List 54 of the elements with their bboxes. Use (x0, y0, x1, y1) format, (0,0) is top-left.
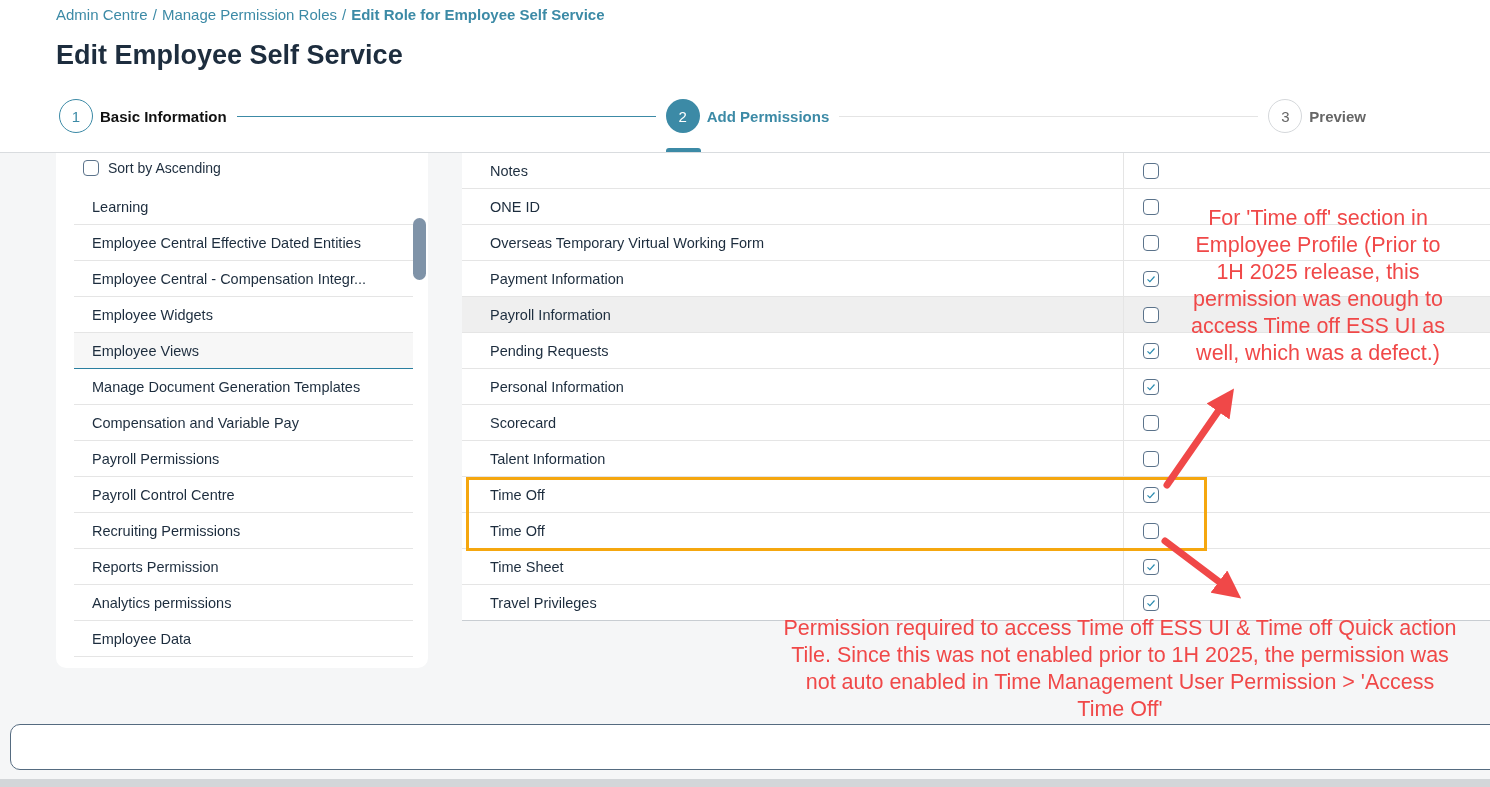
breadcrumb-link[interactable]: Admin Centre (56, 5, 148, 23)
permission-name: Time Off (462, 513, 1124, 548)
permission-checkbox[interactable] (1143, 522, 1159, 539)
sort-label[interactable]: Sort by Ascending (108, 160, 221, 176)
category-item[interactable]: Manage Document Generation Templates (74, 369, 413, 405)
permission-name: Overseas Temporary Virtual Working Form (462, 225, 1124, 260)
permission-name: Talent Information (462, 441, 1124, 476)
category-item[interactable]: Employee Central Effective Dated Entities (74, 225, 413, 261)
permission-checkbox[interactable] (1143, 306, 1159, 323)
permission-checkbox[interactable] (1143, 162, 1159, 179)
permission-name: Scorecard (462, 405, 1124, 440)
step-label[interactable]: Add Permissions (706, 107, 830, 125)
permission-checkbox[interactable] (1143, 342, 1159, 359)
permission-checkbox[interactable] (1143, 378, 1159, 395)
permission-name: Personal Information (462, 369, 1124, 404)
step-number[interactable]: 1 (59, 99, 93, 133)
breadcrumb-link[interactable]: Manage Permission Roles (161, 5, 337, 23)
permission-checkbox[interactable] (1143, 486, 1159, 503)
permission-name: Payment Information (462, 261, 1124, 296)
permission-name: Time Off (462, 477, 1124, 512)
category-item[interactable]: Payroll Control Centre (74, 477, 413, 513)
step-label[interactable]: Preview (1309, 107, 1366, 125)
annotation-text: For 'Time off' section in Employee Profile (Prior to 1H 2025 release, this permission was enough to access Time off ESS UI as well, which was a defect.) (1189, 205, 1447, 367)
category-item[interactable]: Employee Central - Compensation Integr... (74, 261, 413, 297)
permission-checkbox[interactable] (1143, 594, 1159, 611)
category-item[interactable]: Payroll Permissions (74, 441, 413, 477)
permission-checkbox[interactable] (1143, 234, 1159, 251)
breadcrumb-separator: / (152, 5, 157, 23)
permission-checkbox[interactable] (1143, 414, 1159, 431)
step-number[interactable]: 2 (665, 99, 700, 133)
permission-checkbox[interactable] (1143, 198, 1159, 215)
permission-checkbox[interactable] (1143, 558, 1159, 575)
step-label[interactable]: Basic Information (100, 107, 227, 125)
breadcrumb-link[interactable]: Edit Role for Employee Self Service (351, 5, 605, 23)
category-item[interactable]: Reports Permission (74, 549, 413, 585)
permission-checkbox[interactable] (1143, 270, 1159, 287)
permission-name: Travel Privileges (462, 585, 1124, 620)
category-item[interactable]: Employee Views (74, 333, 413, 369)
page-title: Edit Employee Self Service (56, 40, 404, 72)
permission-name: Notes (462, 153, 1124, 188)
permission-checkbox[interactable] (1143, 450, 1159, 467)
permission-name: ONE ID (462, 189, 1124, 224)
category-item[interactable]: Compensation and Variable Pay (74, 405, 413, 441)
permission-name: Time Sheet (462, 549, 1124, 584)
category-item[interactable]: Analytics permissions (74, 585, 413, 621)
scrollbar-thumb[interactable] (413, 218, 426, 280)
sort-checkbox[interactable] (83, 160, 99, 176)
category-item[interactable]: Recruiting Permissions (74, 513, 413, 549)
category-item[interactable]: Employee Data (74, 621, 413, 657)
category-item[interactable]: Learning (74, 189, 413, 225)
permission-name: Pending Requests (462, 333, 1124, 368)
permission-name: Payroll Information (462, 297, 1124, 332)
breadcrumb-separator: / (341, 5, 347, 23)
active-step-indicator (665, 148, 701, 152)
